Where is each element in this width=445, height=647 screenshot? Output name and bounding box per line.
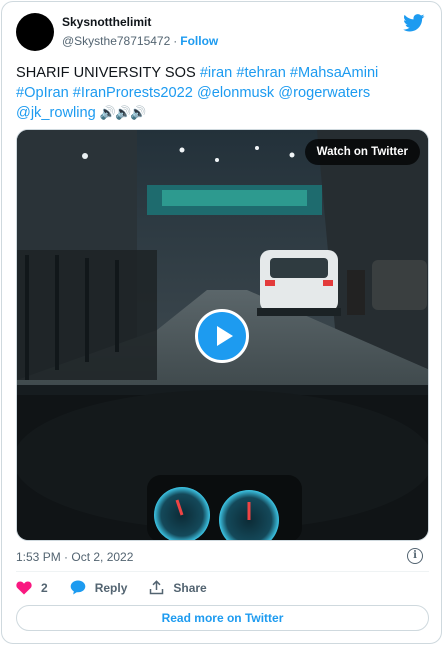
like-count: 2 bbox=[41, 580, 48, 595]
video-player[interactable]: Watch on Twitter bbox=[16, 129, 429, 541]
like-button[interactable]: 2 bbox=[16, 581, 48, 595]
twitter-bird-icon[interactable] bbox=[403, 14, 425, 32]
hashtag-link[interactable]: #MahsaAmini bbox=[290, 65, 378, 81]
reply-button[interactable]: Reply bbox=[70, 580, 128, 595]
share-icon bbox=[150, 580, 164, 595]
tweet-card: Skysnotthelimit @Skysthe78715472 · Follow … bbox=[1, 1, 442, 644]
avatar[interactable] bbox=[16, 13, 54, 51]
mention-link[interactable]: @jk_rowling bbox=[16, 105, 96, 121]
hashtag-link[interactable]: #IranProrests2022 bbox=[73, 85, 193, 101]
action-bar: 2 Reply Share bbox=[16, 580, 229, 595]
hashtag-link[interactable]: #tehran bbox=[236, 65, 286, 81]
watch-on-twitter-button[interactable]: Watch on Twitter bbox=[304, 139, 420, 165]
author-handle[interactable]: @Skysthe78715472 bbox=[62, 34, 170, 48]
mention-link[interactable]: @rogerwaters bbox=[278, 85, 370, 101]
mention-link[interactable]: @elonmusk bbox=[197, 85, 274, 101]
author-handle-row: @Skysthe78715472 · Follow bbox=[62, 34, 218, 48]
reply-label: Reply bbox=[94, 580, 128, 595]
read-more-button[interactable]: Read more on Twitter bbox=[16, 605, 429, 631]
speaker-emoji-icon: 🔊🔊🔊 bbox=[99, 105, 147, 120]
follow-button[interactable]: Follow bbox=[180, 34, 218, 48]
tweet-timestamp[interactable]: 1:53 PM · Oct 2, 2022 bbox=[16, 550, 133, 564]
heart-icon bbox=[16, 580, 32, 594]
divider bbox=[16, 571, 429, 572]
hashtag-link[interactable]: #iran bbox=[200, 65, 232, 81]
hashtag-link[interactable]: #OpIran bbox=[16, 85, 69, 101]
tweet-text-segment: SHARIF UNIVERSITY SOS bbox=[16, 65, 200, 81]
separator-dot: · bbox=[173, 34, 178, 48]
play-button[interactable] bbox=[195, 309, 249, 363]
tweet-text: SHARIF UNIVERSITY SOS #iran #tehran #Mah… bbox=[16, 63, 430, 123]
info-icon[interactable]: i bbox=[407, 548, 423, 564]
play-icon bbox=[216, 326, 233, 346]
share-button[interactable]: Share bbox=[149, 580, 207, 595]
author-name[interactable]: Skysnotthelimit bbox=[62, 15, 151, 29]
share-label: Share bbox=[173, 580, 207, 595]
reply-bubble-icon bbox=[70, 580, 85, 595]
